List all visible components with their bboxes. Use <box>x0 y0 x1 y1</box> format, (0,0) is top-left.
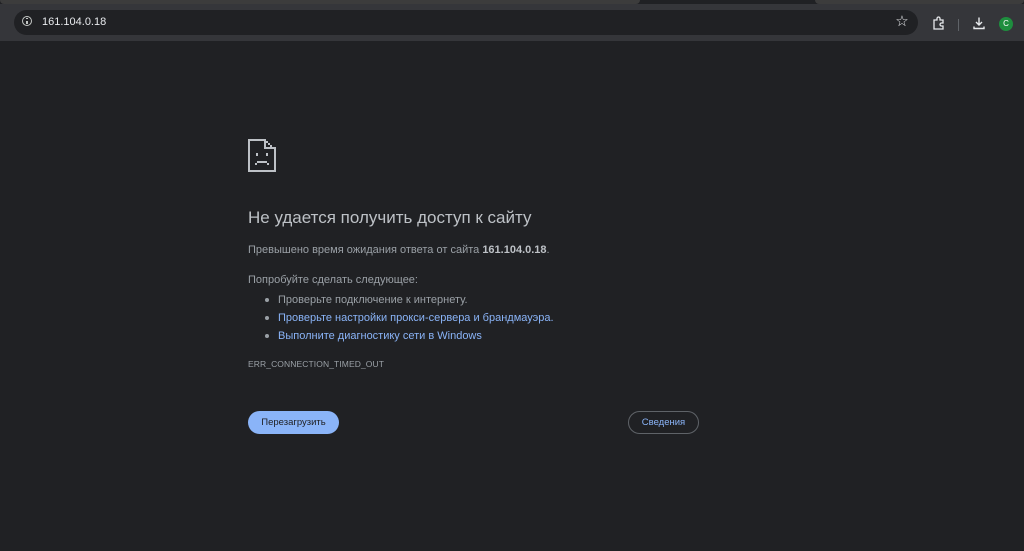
message-suffix: . <box>546 244 550 256</box>
error-title: Не удается получить доступ к сайту <box>248 208 532 227</box>
suggestions-heading: Попробуйте сделать следующее: <box>248 274 418 286</box>
details-button[interactable]: Сведения <box>628 411 699 434</box>
info-icon[interactable] <box>22 16 32 26</box>
error-message: Превышено время ожидания ответа от сайта… <box>248 244 550 256</box>
star-icon[interactable]: ☆ <box>894 13 910 31</box>
download-icon[interactable] <box>971 15 987 31</box>
avatar[interactable]: C <box>999 17 1013 31</box>
reload-button[interactable]: Перезагрузить <box>248 411 339 434</box>
suggestions-list: Проверьте подключение к интернету. Прове… <box>248 291 554 345</box>
toolbar-separator <box>958 19 959 31</box>
error-code: ERR_CONNECTION_TIMED_OUT <box>248 359 385 369</box>
message-host: 161.104.0.18 <box>482 244 547 256</box>
address-bar[interactable]: 161.104.0.18 ☆ <box>14 10 918 35</box>
sad-file-icon <box>248 139 276 172</box>
suggestion-run-diagnostics-link[interactable]: Выполните диагностику сети в Windows <box>248 327 554 345</box>
browser-toolbar: 161.104.0.18 ☆ C <box>0 4 1024 41</box>
suggestion-check-proxy-link[interactable]: Проверьте настройки прокси-сервера и бра… <box>248 309 554 327</box>
extensions-icon[interactable] <box>931 15 947 31</box>
suggestion-check-connection: Проверьте подключение к интернету. <box>248 291 554 309</box>
url-text[interactable]: 161.104.0.18 <box>42 16 106 29</box>
message-prefix: Превышено время ожидания ответа от сайта <box>248 244 483 256</box>
